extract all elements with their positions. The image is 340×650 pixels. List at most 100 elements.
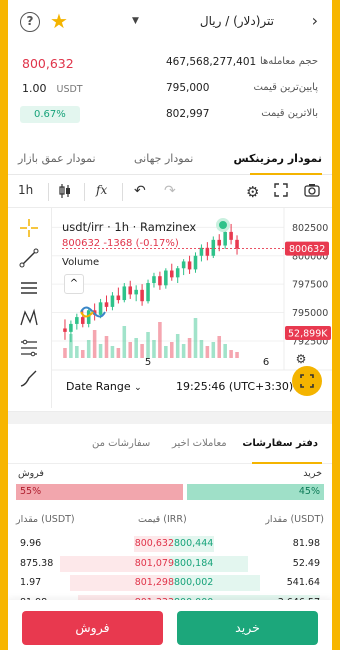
ramzinex-logo-icon [78,304,108,323]
volume-bar [122,326,127,358]
high-value: 802,997 [166,108,210,120]
sell-amount: 9.96 [20,538,42,549]
candle-body [158,276,162,286]
table-row[interactable]: 1.97 801,298 800,002 541.64 [8,575,332,593]
candle-body [69,323,73,332]
candle-body [146,283,150,302]
volume-value: 467,568,277,401 [166,56,257,68]
volume-bar [75,346,79,358]
volume-bars [63,318,239,358]
camera-screenshot-icon[interactable] [304,183,320,200]
sell-price: 800,632 [134,538,174,549]
candle-body [217,239,222,246]
candle-body [164,270,168,286]
back-chevron-icon[interactable]: › [312,11,318,30]
sell-amount: 1.97 [20,577,42,588]
change-percent-badge: 0.67% [20,106,80,123]
date-range-label: Date Range [66,380,131,393]
col-buy-amount: مقدار (USDT) [265,514,324,525]
section-divider [8,412,332,424]
toolbar-divider [122,183,123,201]
tab-global-chart[interactable]: نمودار جهانی [134,152,193,165]
toolbar-divider [84,183,85,201]
interval-selector[interactable]: 1h [18,183,33,197]
last-price: 800,632 [22,56,74,71]
volume-bar [80,350,85,358]
volume-bar [169,342,174,358]
fullscreen-icon[interactable] [274,183,288,200]
live-indicator-dot [216,218,230,232]
candle-body [116,295,121,301]
x-tick-label: 5 [145,357,151,368]
buy-price: 800,444 [174,538,214,549]
sell-button[interactable]: فروش [22,611,163,645]
high-label: بالاترین قیمت [261,108,318,119]
help-icon[interactable]: ? [20,12,40,32]
buy-button[interactable]: خرید [177,611,318,645]
volume-bar [158,322,162,358]
side-labels: فروش خرید [8,468,332,482]
chart-symbol-line: usdt/irr · 1h · Ramzinex [62,220,197,234]
tab-ramzinex-chart[interactable]: نمودار رمزینکس [233,152,322,165]
market-stats: 800,632 467,568,277,401 حجم معامله‌ها 1.… [8,44,332,144]
volume-bar [146,332,150,358]
volume-bar [223,344,227,358]
buy-price: 800,002 [174,577,214,588]
volume-bar [63,348,67,358]
col-price: قیمت (IRR) [138,514,187,525]
volume-bar [86,340,91,358]
buy-sell-ratio-bar: 55% 45% [16,484,324,500]
candle-body [181,261,186,269]
candle-body [140,289,144,302]
volume-tag-label: 52,899K [288,329,328,340]
x-tick-label: 6 [263,357,269,368]
sell-side-label: فروش [18,468,44,479]
chevron-down-icon: ⌄ [134,383,142,393]
candle-body [122,286,127,301]
app-window: ? ★ ▼ تتر(دلار) / ریال › 800,632 467,568… [8,0,332,650]
date-range-selector[interactable]: Date Range ⌄ [66,380,142,393]
tab-depth-chart[interactable]: نمودار عمق بازار [18,152,96,165]
sell-price: 801,298 [134,577,174,588]
tab-my-orders[interactable]: سفارشات من [92,438,150,449]
candle-body [187,261,192,270]
volume-label: حجم معامله‌ها [259,56,318,67]
tab-recent-trades[interactable]: معاملات اخیر [172,438,227,449]
volume-bar [92,330,97,358]
candle-body [110,295,115,307]
indicators-fx-icon[interactable]: fx [96,183,107,197]
candle-body [63,328,67,332]
candle-body [128,286,133,295]
redo-icon[interactable]: ↷ [164,183,176,199]
chevron-down-icon[interactable]: ▼ [132,16,139,26]
toolbar-divider [48,183,49,201]
table-row[interactable]: 875.38 801,079 800,184 52.49 [8,555,332,574]
active-tab-indicator [252,462,322,464]
volume-bar [229,350,233,358]
volume-bar [211,342,216,358]
chart-area: 802500 800000 797500 795000 792500 800632 52,8… [8,208,332,412]
table-row[interactable]: 9.96 800,632 800,444 81.98 [8,536,332,554]
settings-gear-icon[interactable]: ⚙ [246,183,259,201]
volume-label: Volume [62,257,100,268]
active-tab-indicator [250,173,322,175]
candle-body [193,255,198,270]
undo-icon[interactable]: ↶ [134,183,146,199]
favorite-star-icon[interactable]: ★ [50,9,68,33]
tab-orderbook[interactable]: دفتر سفارشات [242,438,318,449]
orderbook-tabs: سفارشات من معاملات اخیر دفتر سفارشات [8,424,332,464]
action-bar: فروش خرید [8,600,332,650]
candle-body [134,289,138,295]
volume-bar [205,346,210,358]
candle-type-icon[interactable] [58,183,72,202]
axis-settings-icon[interactable]: ⚙ [292,352,310,366]
pair-title[interactable]: تتر(دلار) / ریال [200,14,274,28]
candle-body [205,247,210,256]
candle-body [235,239,239,249]
low-value: 795,000 [166,82,210,94]
collapse-legend-icon[interactable]: ^ [64,274,84,294]
sell-price: 801,079 [134,557,174,569]
fullscreen-fab-button[interactable] [292,366,322,396]
volume-bar [140,344,144,358]
buy-price: 800,184 [174,557,214,569]
